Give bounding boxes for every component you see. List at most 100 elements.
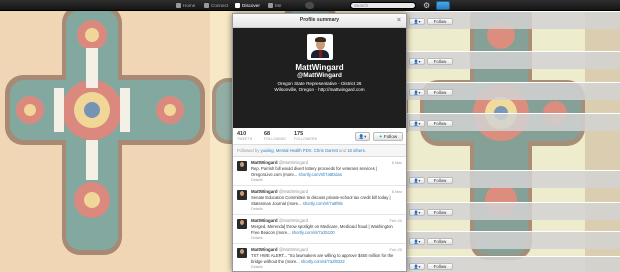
- followed-by-user[interactable]: Chris Garrett: [314, 148, 338, 153]
- person-icon: [268, 3, 273, 8]
- side-follow-button[interactable]: Follow: [427, 177, 453, 184]
- nav-me-label: Me: [275, 3, 282, 8]
- side-follow-button[interactable]: Follow: [427, 120, 453, 127]
- followed-by-separator: ,: [311, 148, 313, 153]
- profile-url-link[interactable]: http://mattwingard.com: [318, 87, 364, 92]
- tweet-avatar[interactable]: [237, 219, 247, 229]
- tweet-author-name[interactable]: MattWingard: [251, 189, 278, 194]
- followed-by-and: and: [339, 148, 347, 153]
- tweet-avatar[interactable]: [237, 190, 247, 200]
- nav-home[interactable]: Home: [176, 0, 195, 11]
- hash-icon: [235, 3, 240, 8]
- tweet-text: TXT HWE ALERT... "So lawmakers are willi…: [251, 253, 402, 264]
- followed-by-separator: ,: [273, 148, 275, 153]
- side-user-actions-button[interactable]: 👤▾: [409, 58, 425, 65]
- side-user-actions-button[interactable]: 👤▾: [409, 209, 425, 216]
- side-follow-button[interactable]: Follow: [427, 263, 453, 270]
- tweet-author-handle[interactable]: @MattWingard: [279, 247, 308, 252]
- side-follow-row: 👤▾ Follow: [406, 202, 620, 220]
- tweet-link[interactable]: shortly.com/nl/7a8f8lx: [303, 201, 343, 206]
- side-follow-button[interactable]: Follow: [427, 58, 453, 65]
- followed-by-user[interactable]: yuxiing: [261, 148, 274, 153]
- profile-name[interactable]: MattWingard: [233, 63, 406, 72]
- followed-by-prefix: Followed by: [237, 148, 260, 153]
- tweet-item[interactable]: MattWingard @MattWingard Feb 20 TXT HWE …: [233, 244, 406, 271]
- close-icon[interactable]: ×: [397, 14, 401, 27]
- tweet-author-name[interactable]: MattWingard: [251, 218, 278, 223]
- side-follow-row: 👤▾ Follow: [406, 11, 620, 29]
- side-user-actions-button[interactable]: 👤▾: [409, 263, 425, 270]
- avatar[interactable]: [306, 34, 333, 60]
- tweet-item[interactable]: MattWingard @MattWingard 6 Mar Senate Ed…: [233, 186, 406, 215]
- tweet-text: Rep. Parrish bill would divert lottery p…: [251, 166, 402, 177]
- tweet-date[interactable]: 6 Mar: [392, 189, 402, 195]
- profile-location-line: Wilsonville, Oregon · http://mattwingard…: [233, 87, 406, 93]
- dialog-title: Profile summary: [299, 17, 340, 23]
- tweet-date[interactable]: 6 Mar: [392, 160, 402, 166]
- follow-button-label: Follow: [383, 134, 398, 139]
- tweet-details-link[interactable]: Details: [251, 177, 402, 183]
- tweet-details-link[interactable]: Details: [251, 235, 402, 241]
- side-user-actions-button[interactable]: 👤▾: [409, 238, 425, 245]
- nav-discover-label: Discover: [242, 3, 260, 8]
- tweet-author-handle[interactable]: @MattWingard: [279, 189, 308, 194]
- tweet-link[interactable]: shortly.com/nl/7a2l9322: [301, 259, 345, 264]
- tweet-text: Senate Education Committee to discuss pr…: [251, 195, 402, 206]
- search-input[interactable]: Search: [350, 2, 416, 9]
- profile-location: Wilsonville, Oregon: [274, 87, 314, 92]
- stat-tweets[interactable]: 410 TWEETS: [237, 131, 252, 141]
- side-follow-row: 👤▾ Follow: [406, 256, 620, 272]
- tweet-author-name[interactable]: MattWingard: [251, 160, 278, 165]
- compose-tweet-button[interactable]: [436, 1, 450, 10]
- tweet-link[interactable]: shortly.com/nl/7a8Ddas: [298, 172, 341, 177]
- profile-header-card: MattWingard @MattWingard Oregon State Re…: [233, 28, 406, 128]
- side-user-actions-button[interactable]: 👤▾: [409, 89, 425, 96]
- stat-followers[interactable]: 175 FOLLOWERS: [294, 131, 317, 141]
- side-follow-button[interactable]: Follow: [427, 18, 453, 25]
- tweet-text: Merged, Merenda] throw spotlight on Medi…: [251, 224, 402, 235]
- profile-handle[interactable]: @MattWingard: [233, 72, 406, 80]
- home-icon: [176, 3, 181, 8]
- tweet-details-link[interactable]: Details: [251, 264, 402, 270]
- tweet-link[interactable]: shortly.com/nl/7a25100: [292, 230, 335, 235]
- followed-by-others-link[interactable]: 18 others.: [347, 148, 366, 153]
- side-follow-row: 👤▾ Follow: [406, 82, 620, 100]
- nav-home-label: Home: [183, 3, 196, 8]
- followed-by-line: Followed by yuxiing, Mental Health PDX, …: [233, 145, 406, 157]
- side-follow-button[interactable]: Follow: [427, 89, 453, 96]
- user-actions-button[interactable]: 👤▾: [355, 132, 370, 141]
- tweet-author-name[interactable]: MattWingard: [251, 247, 278, 252]
- profile-summary-dialog: Profile summary × MattWingard @MattWinga…: [232, 13, 407, 272]
- tweet-item[interactable]: MattWingard @MattWingard Feb 20 Merged, …: [233, 215, 406, 244]
- twitter-bird-icon: ✦: [378, 134, 383, 139]
- tweet-date[interactable]: Feb 20: [390, 218, 402, 224]
- side-user-actions-button[interactable]: 👤▾: [409, 18, 425, 25]
- side-user-actions-button[interactable]: 👤▾: [409, 177, 425, 184]
- side-user-actions-button[interactable]: 👤▾: [409, 120, 425, 127]
- side-follow-button[interactable]: Follow: [427, 238, 453, 245]
- stat-tweets-label: TWEETS: [237, 137, 253, 141]
- gear-icon[interactable]: ⚙: [423, 1, 430, 10]
- nav-me[interactable]: Me: [268, 0, 281, 11]
- at-icon: [204, 3, 209, 8]
- stat-following[interactable]: 68 FOLLOWING: [264, 131, 286, 141]
- follow-button[interactable]: ✦ Follow: [373, 132, 403, 141]
- side-follow-row: 👤▾ Follow: [406, 170, 620, 188]
- tweet-avatar[interactable]: [237, 161, 247, 171]
- tweet-author-handle[interactable]: @MattWingard: [279, 218, 308, 223]
- side-follow-row: 👤▾ Follow: [406, 231, 620, 249]
- tweet-avatar[interactable]: [237, 248, 247, 258]
- followed-by-user[interactable]: Mental Health PDX: [276, 148, 312, 153]
- twitter-bird-icon[interactable]: [305, 2, 314, 9]
- side-follow-button[interactable]: Follow: [427, 209, 453, 216]
- nav-connect[interactable]: Connect: [204, 0, 228, 11]
- tweet-details-link[interactable]: Details: [251, 206, 402, 212]
- top-navigation-bar: Home Connect Discover Me Search ⚙: [0, 0, 620, 11]
- nav-connect-label: Connect: [211, 3, 229, 8]
- nav-discover[interactable]: Discover: [235, 0, 260, 11]
- side-follow-row: 👤▾ Follow: [406, 113, 620, 131]
- tweet-item[interactable]: MattWingard @MattWingard 6 Mar Rep. Parr…: [233, 157, 406, 186]
- location-separator: ·: [315, 87, 317, 92]
- tweet-author-handle[interactable]: @MattWingard: [279, 160, 308, 165]
- tweet-date[interactable]: Feb 20: [390, 247, 402, 253]
